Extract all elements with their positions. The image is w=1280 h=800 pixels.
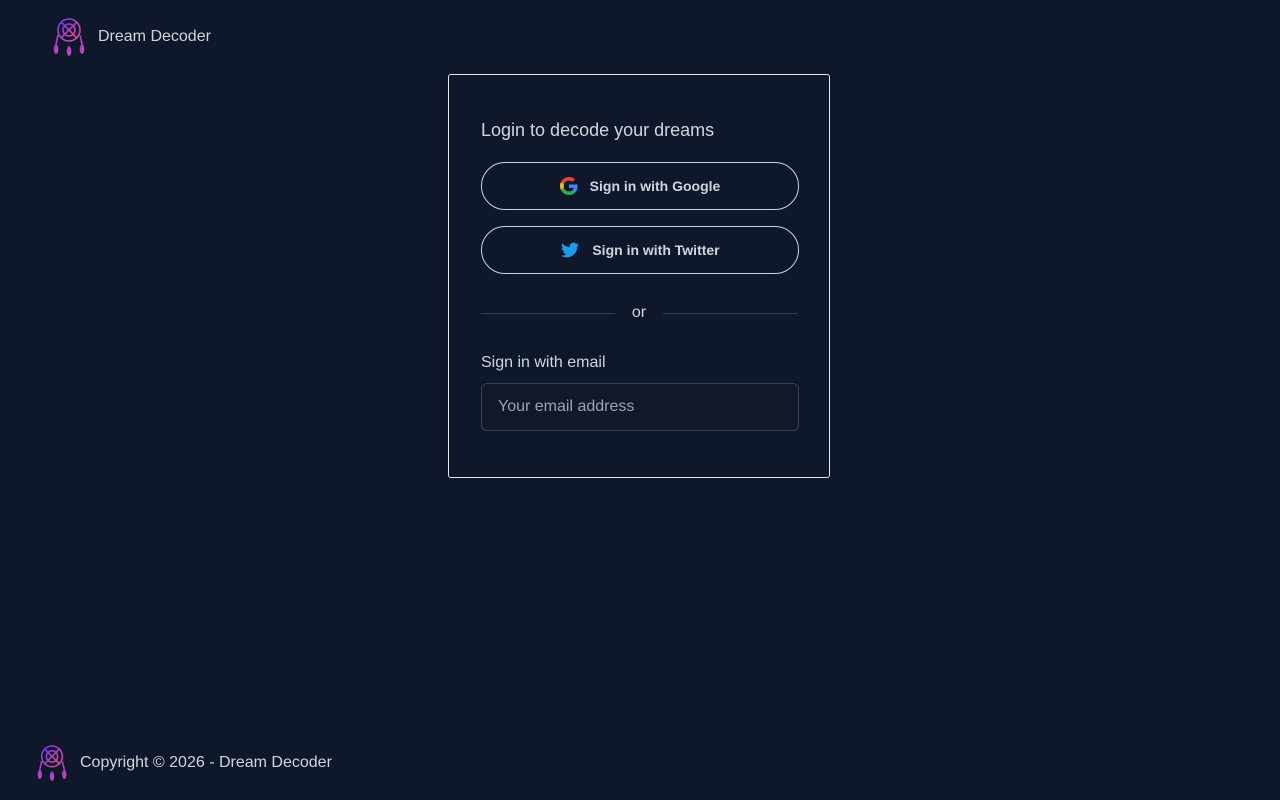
divider-line-left (481, 312, 615, 314)
copyright-text: Copyright © 2026 - Dream Decoder (80, 754, 332, 771)
twitter-icon (561, 242, 580, 258)
or-divider: or (481, 301, 798, 325)
dreamcatcher-icon (37, 745, 67, 781)
brand-name[interactable]: Dream Decoder (98, 28, 211, 46)
email-label: Sign in with email (481, 354, 606, 371)
site-footer: Copyright © 2026 - Dream Decoder (36, 744, 332, 782)
dreamcatcher-icon (53, 18, 85, 56)
google-signin-button[interactable]: Sign in with Google (481, 162, 799, 210)
login-title: Login to decode your dreams (481, 120, 715, 140)
google-icon (559, 177, 578, 195)
google-signin-label: Sign in with Google (589, 178, 721, 194)
email-input[interactable] (481, 383, 799, 431)
brand-logo[interactable] (52, 17, 86, 57)
divider-text: or (631, 304, 647, 321)
site-header: Dream Decoder (52, 17, 211, 57)
twitter-signin-button[interactable]: Sign in with Twitter (481, 226, 799, 274)
login-card: Login to decode your dreams Sign in with… (448, 74, 830, 478)
twitter-signin-label: Sign in with Twitter (592, 242, 720, 258)
divider-line-right (663, 312, 798, 314)
